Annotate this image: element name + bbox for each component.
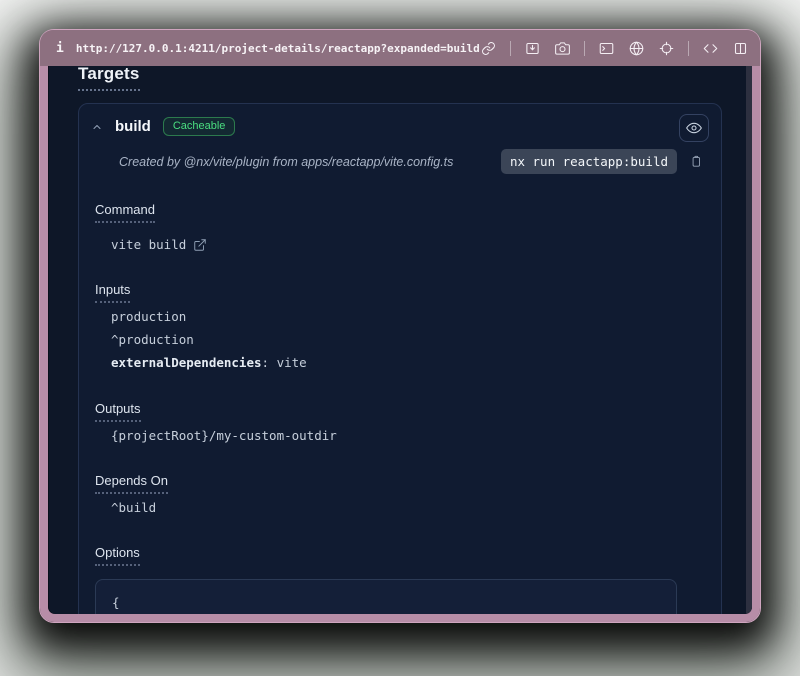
eye-icon <box>686 120 702 136</box>
scrollbar[interactable] <box>746 66 752 614</box>
info-icon: i <box>56 41 64 56</box>
inputs-heading: Inputs <box>95 282 130 303</box>
link-icon[interactable] <box>480 40 497 57</box>
command-value: vite build <box>111 236 186 254</box>
depends-on-value: ^build <box>111 499 705 517</box>
crosshair-icon[interactable] <box>658 40 675 57</box>
depends-on-heading: Depends On <box>95 473 168 494</box>
topbar-actions <box>480 40 749 57</box>
target-name: build <box>115 118 151 135</box>
globe-icon[interactable] <box>628 40 645 57</box>
code-icon[interactable] <box>702 40 719 57</box>
download-icon[interactable] <box>524 40 541 57</box>
command-section: Command vite build <box>95 201 705 254</box>
cacheable-badge: Cacheable <box>163 117 236 136</box>
targets-heading: Targets <box>78 66 140 91</box>
project-details-page: Targets build Cacheable Created by @nx/v… <box>48 66 752 614</box>
browser-topbar: i http://127.0.0.1:4211/project-details/… <box>40 30 760 66</box>
toolbar-divider <box>584 41 585 56</box>
external-link-icon[interactable] <box>193 238 208 253</box>
depends-on-section: Depends On ^build <box>95 472 705 517</box>
copy-button[interactable] <box>687 153 705 171</box>
columns-icon[interactable] <box>732 40 749 57</box>
command-heading: Command <box>95 202 155 223</box>
copy-icon <box>689 154 703 169</box>
terminal-icon[interactable] <box>598 40 615 57</box>
input-separator: : <box>262 355 277 370</box>
input-item: ^production <box>111 331 705 349</box>
outputs-heading: Outputs <box>95 401 141 422</box>
address-url: http://127.0.0.1:4211/project-details/re… <box>76 42 480 55</box>
input-item: production <box>111 308 705 326</box>
build-meta-row: Created by @nx/vite/plugin from apps/rea… <box>95 149 705 174</box>
options-section: Options { "cwd": "apps/reactapp" } <box>95 544 705 614</box>
run-command-chip: nx run reactapp:build <box>501 149 677 174</box>
browser-window: i http://127.0.0.1:4211/project-details/… <box>40 30 760 622</box>
command-value-row: vite build <box>111 236 705 254</box>
chevron-up-icon[interactable] <box>91 120 105 134</box>
json-open-brace: { <box>112 593 660 612</box>
toolbar-divider <box>688 41 689 56</box>
toolbar-divider <box>510 41 511 56</box>
camera-icon[interactable] <box>554 40 571 57</box>
target-card-build: build Cacheable Created by @nx/vite/plug… <box>78 103 722 614</box>
inputs-section: Inputs production ^production externalDe… <box>95 281 705 372</box>
output-value: {projectRoot}/my-custom-outdir <box>111 427 705 445</box>
options-json-block: { "cwd": "apps/reactapp" } <box>95 579 677 614</box>
input-key: externalDependencies <box>111 355 262 370</box>
outputs-section: Outputs {projectRoot}/my-custom-outdir <box>95 400 705 445</box>
options-heading: Options <box>95 545 140 566</box>
view-target-button[interactable] <box>679 114 709 142</box>
input-value: vite <box>277 355 307 370</box>
input-item: externalDependencies: vite <box>111 354 705 372</box>
created-by-text: Created by @nx/vite/plugin from apps/rea… <box>119 155 453 169</box>
build-card-header: build Cacheable <box>91 117 705 136</box>
